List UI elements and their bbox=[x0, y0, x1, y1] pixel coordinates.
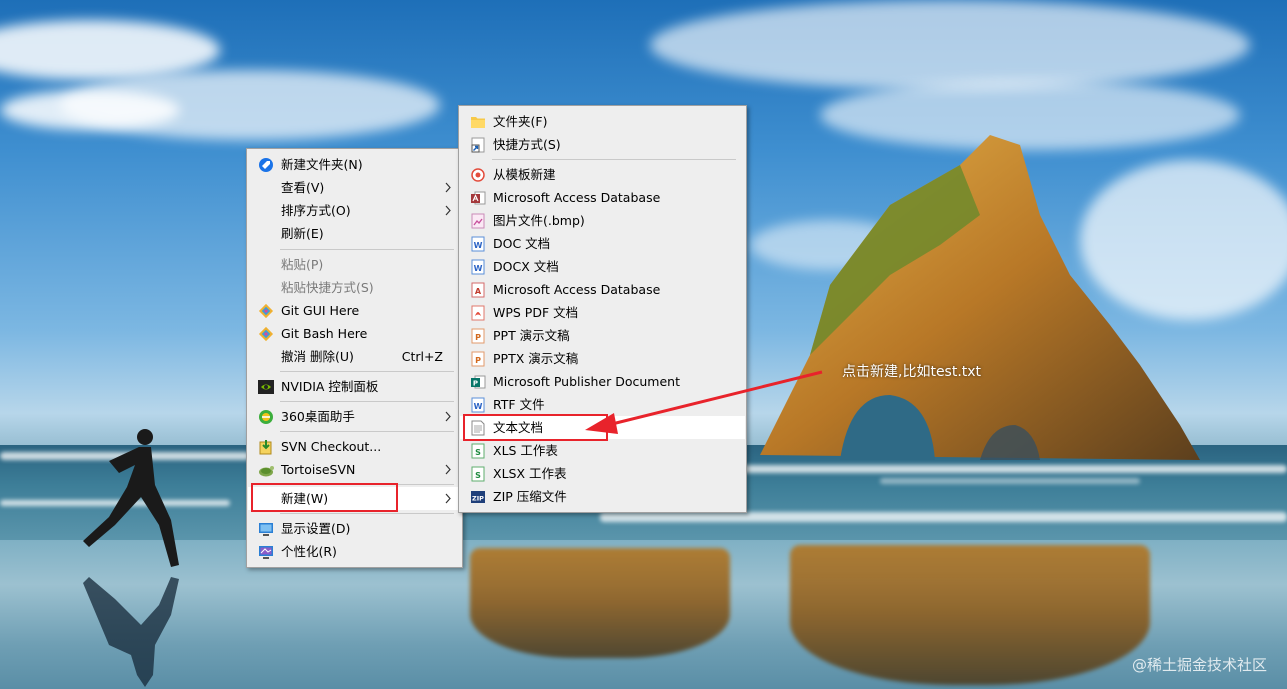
annotation-note: 点击新建,比如test.txt bbox=[842, 364, 982, 380]
watermark: @稀土掘金技术社区 bbox=[1131, 656, 1267, 674]
annotation-arrow bbox=[585, 370, 823, 434]
